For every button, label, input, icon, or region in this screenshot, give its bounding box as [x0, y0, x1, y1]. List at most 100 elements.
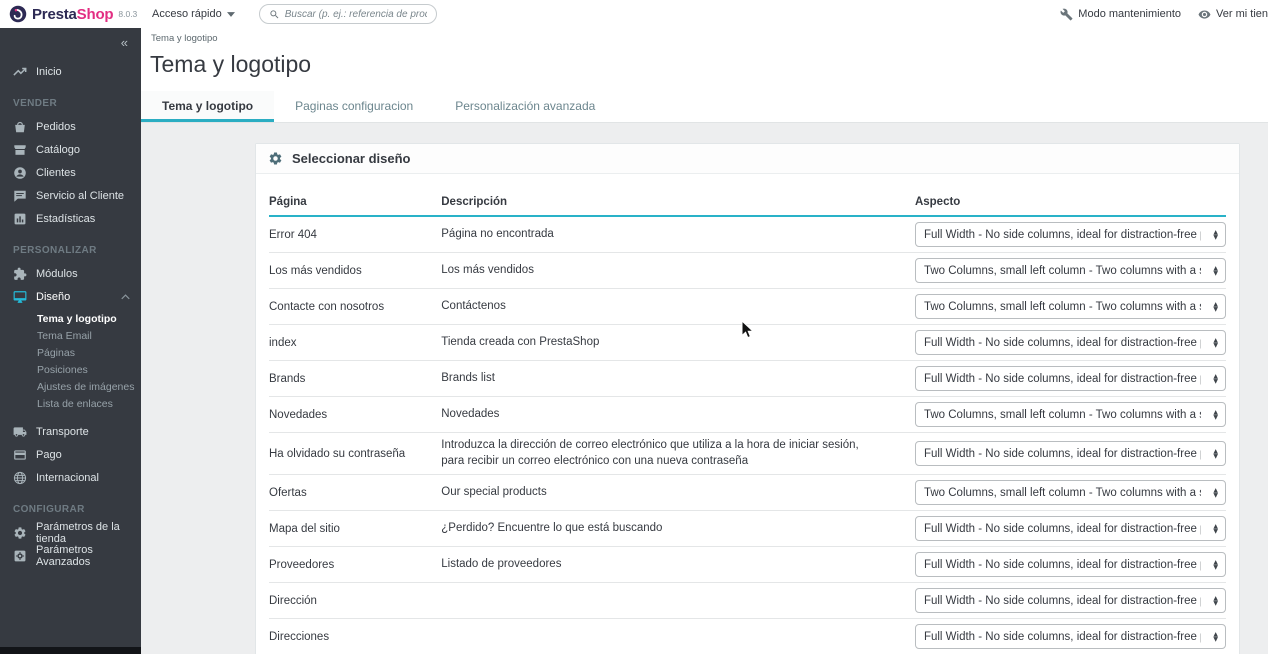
sidebar-subitem-paginas[interactable]: Páginas [37, 345, 141, 362]
sidebar-subitem-posiciones[interactable]: Posiciones [37, 362, 141, 379]
sidebar-item-inicio[interactable]: Inicio [0, 60, 141, 83]
sidebar-item-estadisticas[interactable]: Estadísticas [0, 207, 141, 230]
sidebar-item-label: Inicio [36, 65, 62, 78]
gear-square-icon [13, 549, 27, 563]
layout-cell: Full Width - No side columns, ideal for … [914, 396, 1226, 433]
sidebar-subitem-tema-email[interactable]: Tema Email [37, 328, 141, 345]
layout-select[interactable]: Full Width - No side columns, ideal for … [914, 480, 1226, 506]
global-search[interactable] [258, 4, 437, 24]
layout-select[interactable]: Full Width - No side columns, ideal for … [914, 222, 1226, 247]
layout-select-wrap: Full Width - No side columns, ideal for … [914, 441, 1226, 467]
layout-select[interactable]: Full Width - No side columns, ideal for … [914, 258, 1226, 283]
search-input[interactable] [284, 8, 427, 20]
page-description-cell: Novedades [441, 396, 915, 433]
layout-select[interactable]: Full Width - No side columns, ideal for … [914, 330, 1226, 355]
wrench-icon [1060, 8, 1073, 21]
sidebar-item-label: Pedidos [36, 120, 76, 133]
topbar: PrestaShop 8.0.3 Acceso rápido Modo mant… [0, 0, 1268, 28]
layout-select[interactable]: Full Width - No side columns, ideal for … [914, 588, 1226, 614]
maintenance-mode-button[interactable]: Modo mantenimiento [1060, 8, 1181, 21]
layout-select[interactable]: Full Width - No side columns, ideal for … [914, 552, 1226, 578]
sidebar-subitem-tema-y-logotipo[interactable]: Tema y logotipo [37, 311, 141, 328]
sidebar: « Inicio VENDER Pedidos Catálogo Clientes Ser… [0, 28, 141, 654]
prestashop-logo[interactable]: PrestaShop 8.0.3 [0, 5, 142, 23]
page-name-cell: Direcciones [269, 618, 442, 654]
layout-select[interactable]: Full Width - No side columns, ideal for … [914, 624, 1226, 650]
table-row: Direcciones Full Width - No side columns,… [269, 618, 1226, 654]
sidebar-subitem-ajustes-de-imagenes[interactable]: Ajustes de imágenes [37, 379, 141, 396]
page-header: Tema y logotipo Tema y logotipo Tema y l… [141, 28, 1268, 123]
sidebar-item-label: Internacional [36, 471, 99, 484]
sidebar-item-pedidos[interactable]: Pedidos [0, 115, 141, 138]
page-description-cell: Introduzca la dirección de correo electr… [441, 432, 915, 476]
layout-select[interactable]: Full Width - No side columns, ideal for … [914, 516, 1226, 542]
page-name-cell: Ofertas [269, 474, 442, 512]
view-shop-button[interactable]: Ver mi tien [1198, 8, 1268, 21]
table-row: Brands Brands list Full Width - No side co… [269, 360, 1226, 397]
sidebar-collapse-button[interactable]: « [0, 28, 141, 53]
sidebar-item-label: Pago [36, 448, 62, 461]
layout-cell: Full Width - No side columns, ideal for … [914, 216, 1226, 253]
page-name-cell: Los más vendidos [269, 252, 442, 289]
sidebar-item-label: Parámetros Avanzados [36, 543, 93, 568]
gear-icon [268, 151, 283, 166]
layout-select-wrap: Full Width - No side columns, ideal for … [914, 588, 1226, 614]
tab-personalizacion-avanzada[interactable]: Personalización avanzada [434, 91, 616, 122]
layout-cell: Full Width - No side columns, ideal for … [914, 252, 1226, 289]
sidebar-item-servicio-al-cliente[interactable]: Servicio al Cliente [0, 184, 141, 207]
page-description-cell: Página no encontrada [441, 216, 915, 253]
table-row: Mapa del sitio ¿Perdido? Encuentre lo que… [269, 510, 1226, 548]
layout-cell: Full Width - No side columns, ideal for … [914, 474, 1226, 512]
layout-cell: Full Width - No side columns, ideal for … [914, 324, 1226, 361]
sidebar-item-parametros-avanzados[interactable]: Parámetros Avanzados [0, 543, 141, 568]
sidebar-item-pago[interactable]: Pago [0, 443, 141, 466]
sidebar-item-clientes[interactable]: Clientes [0, 161, 141, 184]
quick-access-dropdown[interactable]: Acceso rápido [152, 8, 235, 20]
globe-icon [13, 471, 27, 485]
page-description-cell: Los más vendidos [441, 252, 915, 289]
sidebar-item-transporte[interactable]: Transporte [0, 420, 141, 443]
page-name-cell: Ha olvidado su contraseña [269, 432, 442, 476]
truck-icon [13, 425, 27, 439]
trending-up-icon [13, 65, 27, 79]
table-body: Error 404 Página no encontrada Full Width … [269, 216, 1226, 654]
store-icon [13, 143, 27, 157]
bar-chart-icon [13, 212, 27, 226]
page-name-cell: Proveedores [269, 546, 442, 584]
tab-paginas-configuracion[interactable]: Paginas configuracion [274, 91, 434, 122]
shopping-basket-icon [13, 120, 27, 134]
sidebar-item-label: Clientes [36, 166, 76, 179]
layout-select[interactable]: Full Width - No side columns, ideal for … [914, 441, 1226, 467]
layout-cell: Full Width - No side columns, ideal for … [914, 618, 1226, 654]
eye-icon [1198, 8, 1211, 21]
page-name-cell: Error 404 [269, 216, 442, 253]
layout-select[interactable]: Full Width - No side columns, ideal for … [914, 366, 1226, 391]
page-description-cell: Contáctenos [441, 288, 915, 325]
sidebar-nav: Inicio VENDER Pedidos Catálogo Clientes Servi… [0, 53, 141, 568]
sidebar-item-modulos[interactable]: Módulos [0, 262, 141, 285]
page-name-cell: Brands [269, 360, 442, 397]
puzzle-icon [13, 267, 27, 281]
sidebar-item-label: Estadísticas [36, 212, 96, 225]
table-row: NovedadesNovedadesFull Width - No side c… [269, 396, 1226, 433]
sidebar-item-catalogo[interactable]: Catálogo [0, 138, 141, 161]
table-row: Dirección Full Width - No side columns, i… [269, 582, 1226, 620]
table-header-row: Página Descripción Aspecto [269, 184, 1226, 217]
layout-select[interactable]: Full Width - No side columns, ideal for … [914, 294, 1226, 319]
page-name-cell: Contacte con nosotros [269, 288, 442, 325]
sidebar-item-internacional[interactable]: Internacional [0, 466, 141, 489]
layout-select-wrap: Full Width - No side columns, ideal for … [914, 480, 1226, 506]
sidebar-item-diseno[interactable]: Diseño [0, 285, 141, 308]
sidebar-subitem-lista-de-enlaces[interactable]: Lista de enlaces [37, 396, 141, 413]
sidebar-item-parametros-de-la-tienda[interactable]: Parámetros de la tienda [0, 520, 141, 545]
tab-tema-y-logotipo[interactable]: Tema y logotipo [141, 91, 275, 122]
table-row: Error 404 Página no encontrada Full Width … [269, 216, 1226, 253]
layout-select[interactable]: Full Width - No side columns, ideal for … [914, 402, 1226, 427]
sidebar-item-label: Parámetros de la tienda [36, 520, 120, 545]
prestashop-squirrel-icon [9, 5, 27, 23]
table-row: Contacte con nosotrosContáctenosFull Wid… [269, 288, 1226, 325]
sidebar-section-title-vender: VENDER [13, 98, 58, 109]
table-row: OfertasOur special productsFull Width - … [269, 474, 1226, 512]
sidebar-item-label: Servicio al Cliente [36, 189, 125, 202]
sidebar-footer-strip [0, 647, 141, 654]
